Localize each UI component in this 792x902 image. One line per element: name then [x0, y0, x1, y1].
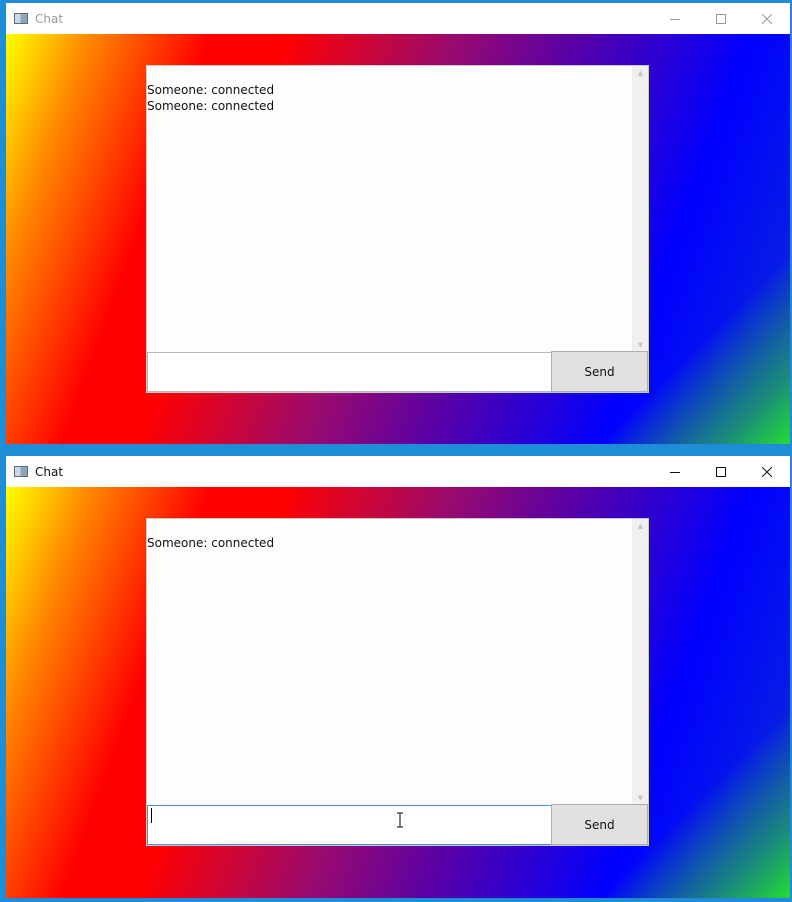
message-input[interactable]: [147, 352, 553, 392]
close-button[interactable]: [744, 456, 790, 487]
message-log[interactable]: Someone: connected Someone: connected ▲ …: [147, 66, 648, 353]
close-icon: [762, 13, 772, 24]
maximize-button[interactable]: [698, 456, 744, 487]
send-button[interactable]: Send: [551, 351, 648, 392]
vertical-scrollbar[interactable]: ▲ ▼: [632, 519, 648, 805]
message-input[interactable]: [147, 805, 553, 845]
close-button[interactable]: [744, 3, 790, 34]
message-item: Someone: connected: [147, 83, 275, 97]
message-log[interactable]: Someone: connected ▲ ▼: [147, 519, 648, 806]
minimize-icon: [670, 471, 680, 473]
maximize-button[interactable]: [698, 3, 744, 34]
window-controls: [652, 456, 790, 487]
minimize-button[interactable]: [652, 456, 698, 487]
chat-window-1: Chat Someone: connected Someone: connect…: [5, 2, 791, 445]
title-bar[interactable]: Chat: [6, 456, 790, 487]
app-icon: [14, 13, 28, 24]
maximize-icon: [716, 466, 726, 477]
window-title: Chat: [35, 11, 64, 26]
scroll-down-arrow-icon[interactable]: ▼: [633, 338, 648, 352]
close-icon: [762, 466, 772, 477]
vertical-scrollbar[interactable]: ▲ ▼: [632, 66, 648, 352]
ibeam-cursor-icon: [397, 812, 403, 828]
gradient-background: Someone: connected Someone: connected ▲ …: [6, 34, 790, 444]
chat-window-2: Chat Someone: connected ▲ ▼ Send: [5, 455, 791, 899]
chat-panel: Someone: connected Someone: connected ▲ …: [146, 65, 649, 393]
title-bar[interactable]: Chat: [6, 3, 790, 34]
scroll-down-arrow-icon[interactable]: ▼: [633, 791, 648, 805]
minimize-icon: [670, 18, 680, 20]
app-icon: [14, 466, 28, 477]
maximize-icon: [716, 13, 726, 24]
chat-panel: Someone: connected ▲ ▼ Send: [146, 518, 649, 846]
window-title: Chat: [35, 464, 64, 479]
send-button[interactable]: Send: [551, 804, 648, 845]
window-controls: [652, 3, 790, 34]
message-item: Someone: connected: [147, 536, 275, 550]
text-caret: [151, 808, 152, 823]
minimize-button[interactable]: [652, 3, 698, 34]
scroll-up-arrow-icon[interactable]: ▲: [633, 66, 648, 80]
scroll-up-arrow-icon[interactable]: ▲: [633, 519, 648, 533]
message-item: Someone: connected: [147, 99, 275, 113]
gradient-background: Someone: connected ▲ ▼ Send: [6, 487, 790, 898]
